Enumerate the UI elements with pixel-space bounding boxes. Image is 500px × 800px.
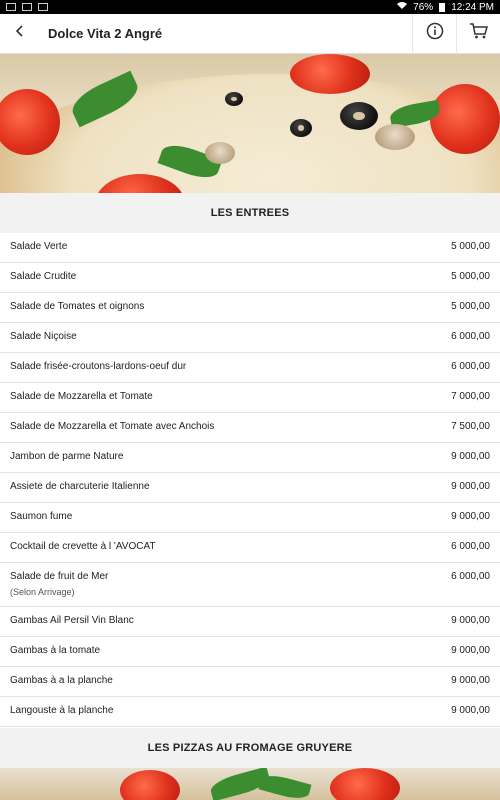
menu-item-text: Saumon fume <box>10 503 72 522</box>
menu-item[interactable]: Salade de Tomates et oignons 5 000,00 <box>0 293 500 323</box>
menu-item-name: Salade de Mozzarella et Tomate <box>10 391 153 402</box>
menu-item-text: Salade Niçoise <box>10 323 77 342</box>
cart-button[interactable] <box>456 13 500 54</box>
olive <box>225 92 243 106</box>
wifi-icon <box>397 1 408 13</box>
notification-icon <box>38 3 48 11</box>
menu-list: Salade Verte 5 000,00 Salade Crudite 5 000,… <box>0 233 500 727</box>
menu-item-text: Salade de Mozzarella et Tomate <box>10 383 153 402</box>
status-bar: 76% 12:24 PM <box>0 0 500 14</box>
section-header-pizzas: LES PIZZAS AU FROMAGE GRUYERE <box>0 728 500 768</box>
menu-item[interactable]: Salade Crudite 5 000,00 <box>0 263 500 293</box>
info-button[interactable] <box>412 13 456 54</box>
menu-item-price: 9 000,00 <box>451 511 490 522</box>
menu-item[interactable]: Salade de Mozzarella et Tomate 7 000,00 <box>0 383 500 413</box>
menu-item-name: Gambas à a la planche <box>10 675 113 686</box>
menu-item[interactable]: Assiete de charcuterie Italienne 9 000,00 <box>0 473 500 503</box>
menu-item-name: Salade de fruit de Mer <box>10 571 109 582</box>
menu-item[interactable]: Salade Niçoise 6 000,00 <box>0 323 500 353</box>
menu-item-price: 5 000,00 <box>451 301 490 312</box>
menu-item[interactable]: Salade Verte 5 000,00 <box>0 233 500 263</box>
mushroom <box>205 142 235 164</box>
tomato-slice <box>330 768 400 800</box>
olive <box>340 102 378 130</box>
menu-item-name: Salade frisée-croutons-lardons-oeuf dur <box>10 361 187 372</box>
menu-item-text: Salade Verte <box>10 233 67 252</box>
menu-item-text: Salade de Tomates et oignons <box>10 293 144 312</box>
battery-percent: 76% <box>413 1 434 13</box>
menu-item-name: Langouste à la planche <box>10 705 114 716</box>
menu-item-text: Assiete de charcuterie Italienne <box>10 473 150 492</box>
tomato-slice <box>430 84 500 154</box>
menu-item-text: Jambon de parme Nature <box>10 443 123 462</box>
hero-image <box>0 54 500 193</box>
menu-item-price: 9 000,00 <box>451 615 490 626</box>
menu-item-text: Gambas à a la planche <box>10 667 113 686</box>
battery-icon <box>439 2 446 12</box>
menu-item[interactable]: Gambas à la tomate 9 000,00 <box>0 637 500 667</box>
menu-item-price: 9 000,00 <box>451 705 490 716</box>
cart-icon <box>469 22 489 45</box>
basil-leaf <box>258 771 312 800</box>
status-time: 12:24 PM <box>451 1 494 13</box>
menu-item-text: Salade Crudite <box>10 263 76 282</box>
menu-item-name: Gambas à la tomate <box>10 645 101 656</box>
menu-item[interactable]: Gambas Ail Persil Vin Blanc 9 000,00 <box>0 607 500 637</box>
menu-item[interactable]: Saumon fume 9 000,00 <box>0 503 500 533</box>
menu-item-text: Langouste à la planche <box>10 697 113 716</box>
menu-item[interactable]: Cocktail de crevette à l 'AVOCAT 6 000,00 <box>0 533 500 563</box>
menu-item-name: Gambas Ail Persil Vin Blanc <box>10 615 134 626</box>
menu-item-price: 9 000,00 <box>451 675 490 686</box>
menu-item-text: Cocktail de crevette à l 'AVOCAT <box>10 533 155 552</box>
menu-item-price: 9 000,00 <box>451 645 490 656</box>
notification-icon <box>22 3 32 11</box>
tomato-slice <box>290 54 370 94</box>
menu-item[interactable]: Gambas à a la planche 9 000,00 <box>0 667 500 697</box>
menu-item-name: Saumon fume <box>10 511 73 522</box>
menu-item-name: Jambon de parme Nature <box>10 451 124 462</box>
menu-item[interactable]: Salade de fruit de Mer (Selon Arrivage) 6 … <box>0 563 500 607</box>
menu-item[interactable]: Jambon de parme Nature 9 000,00 <box>0 443 500 473</box>
pizza-illustration <box>0 74 500 193</box>
pizza-section-image <box>0 768 500 800</box>
menu-item-price: 7 500,00 <box>451 421 490 432</box>
menu-item-price: 6 000,00 <box>451 571 490 582</box>
mushroom <box>375 124 415 150</box>
menu-item[interactable]: Salade frisée-croutons-lardons-oeuf dur 6… <box>0 353 500 383</box>
menu-item-name: Salade de Tomates et oignons <box>10 301 145 312</box>
menu-item-text: Salade de fruit de Mer (Selon Arrivage) <box>10 563 108 597</box>
menu-item-name: Salade de Mozzarella et Tomate avec Anch… <box>10 421 215 432</box>
menu-item-price: 7 000,00 <box>451 391 490 402</box>
menu-item-text: Gambas à la tomate <box>10 637 100 656</box>
back-arrow-icon <box>13 24 27 43</box>
menu-item-price: 9 000,00 <box>451 481 490 492</box>
menu-item[interactable]: Salade de Mozzarella et Tomate avec Anch… <box>0 413 500 443</box>
menu-item-note: (Selon Arrivage) <box>10 587 75 597</box>
menu-item-name: Salade Niçoise <box>10 331 77 342</box>
notification-icon <box>6 3 16 11</box>
status-bar-right: 76% 12:24 PM <box>397 1 494 13</box>
menu-item-text: Salade frisée-croutons-lardons-oeuf dur <box>10 353 186 372</box>
menu-item-price: 6 000,00 <box>451 361 490 372</box>
menu-item-name: Salade Verte <box>10 241 68 252</box>
menu-item[interactable]: Langouste à la planche 9 000,00 <box>0 697 500 727</box>
back-button[interactable] <box>0 14 40 54</box>
app-bar: Dolce Vita 2 Angré <box>0 13 500 54</box>
menu-item-price: 9 000,00 <box>451 451 490 462</box>
menu-item-text: Gambas Ail Persil Vin Blanc <box>10 607 134 626</box>
menu-item-name: Cocktail de crevette à l 'AVOCAT <box>10 541 156 552</box>
menu-item-price: 6 000,00 <box>451 331 490 342</box>
tomato-slice <box>120 770 180 800</box>
info-icon <box>426 22 444 45</box>
menu-item-price: 6 000,00 <box>451 541 490 552</box>
menu-item-price: 5 000,00 <box>451 241 490 252</box>
menu-item-price: 5 000,00 <box>451 271 490 282</box>
menu-item-name: Salade Crudite <box>10 271 77 282</box>
menu-item-name: Assiete de charcuterie Italienne <box>10 481 150 492</box>
section-header-entrees: LES ENTREES <box>0 193 500 233</box>
menu-item-text: Salade de Mozzarella et Tomate avec Anch… <box>10 413 214 432</box>
status-bar-left <box>6 3 48 11</box>
page-title: Dolce Vita 2 Angré <box>48 26 163 41</box>
olive <box>290 119 312 137</box>
